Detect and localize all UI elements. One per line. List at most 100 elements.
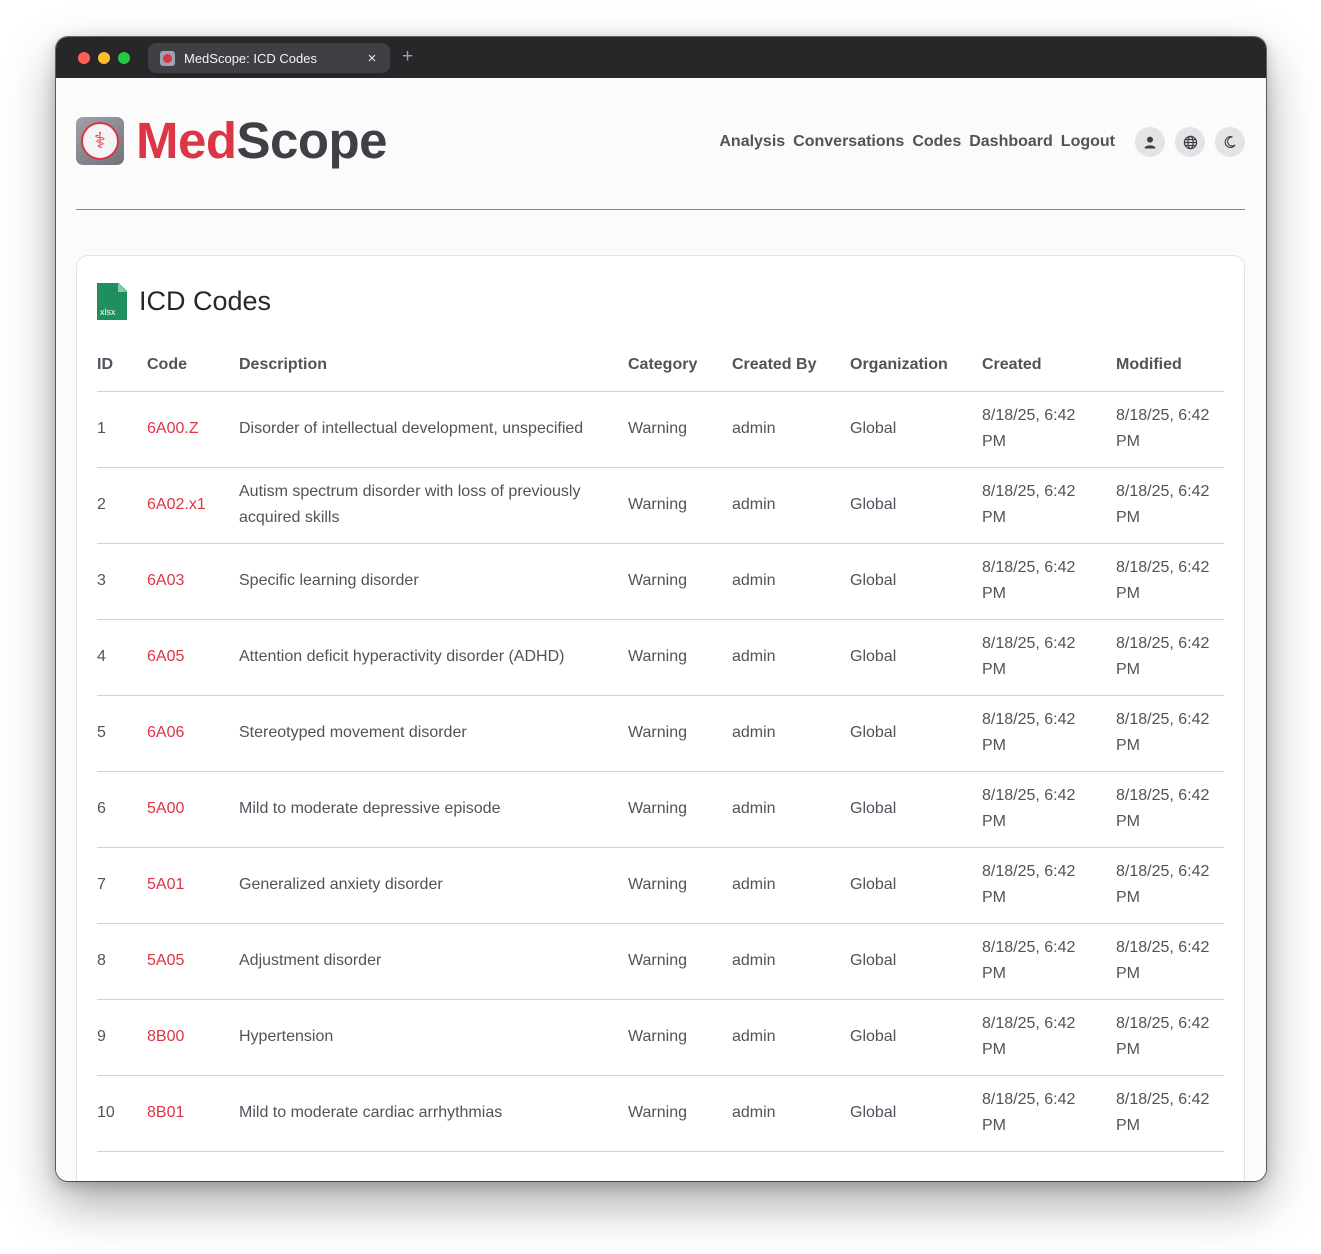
table-row[interactable]: 5 6A06 Stereotyped movement disorder War…	[97, 695, 1224, 772]
cell-category	[628, 1151, 732, 1181]
app-header: ⚕ MedScope Analysis Conversations Codes …	[76, 78, 1245, 210]
cell-modified: 8/18/25, 6:42 PM	[1116, 467, 1224, 544]
cell-created: 8/18/25, 6:42 PM	[982, 923, 1116, 1000]
tab-title: MedScope: ICD Codes	[184, 50, 317, 66]
cell-organization: Global	[850, 391, 982, 468]
minimize-window-button[interactable]	[98, 52, 110, 64]
table-row[interactable]: Chronic lung disease (Asthma, COPD witho…	[97, 1151, 1224, 1181]
cell-organization: Global	[850, 847, 982, 924]
close-window-button[interactable]	[78, 52, 90, 64]
cell-modified: 8/18/25, 6:42 PM	[1116, 1075, 1224, 1152]
new-tab-icon[interactable]: +	[402, 46, 413, 68]
cell-organization: Global	[850, 543, 982, 620]
cell-category: Warning	[628, 847, 732, 924]
table-row[interactable]: 4 6A05 Attention deficit hyperactivity d…	[97, 619, 1224, 696]
cell-id: 1	[97, 391, 147, 468]
cell-id: 4	[97, 619, 147, 696]
cell-created-by	[732, 1151, 850, 1181]
brand[interactable]: ⚕ MedScope	[76, 112, 388, 169]
brand-name-med: Med	[136, 112, 237, 169]
xlsx-file-icon[interactable]: xlsx	[97, 283, 127, 320]
column-header-description: Description	[239, 343, 628, 392]
cell-modified: 8/18/25, 6:42 PM	[1116, 923, 1224, 1000]
cell-code-link[interactable]: 8B00	[147, 999, 239, 1076]
cell-created: 8/18/25, 6:42 PM	[982, 695, 1116, 772]
cell-category: Warning	[628, 771, 732, 848]
cell-category: Warning	[628, 923, 732, 1000]
tab-close-icon[interactable]: ×	[364, 50, 380, 67]
cell-code-link[interactable]: 6A05	[147, 619, 239, 696]
column-header-category: Category	[628, 343, 732, 392]
table-row[interactable]: 7 5A01 Generalized anxiety disorder Warn…	[97, 847, 1224, 924]
browser-tab[interactable]: MedScope: ICD Codes ×	[148, 43, 390, 73]
cell-category: Warning	[628, 391, 732, 468]
cell-description: Chronic lung disease (Asthma, COPD witho…	[239, 1151, 628, 1181]
cell-category: Warning	[628, 467, 732, 544]
cell-description: Hypertension	[239, 999, 628, 1076]
caduceus-logo-icon: ⚕	[76, 116, 124, 165]
cell-organization: Global	[850, 695, 982, 772]
nav-link-logout[interactable]: Logout	[1061, 133, 1115, 151]
cell-code-link[interactable]: 6A03	[147, 543, 239, 620]
column-header-id: ID	[97, 343, 147, 392]
icd-codes-card: xlsx ICD Codes ID Code Description Categ…	[76, 255, 1245, 1181]
user-icon[interactable]	[1135, 127, 1165, 157]
cell-organization: Global	[850, 771, 982, 848]
caduceus-glyph: ⚕	[81, 121, 119, 160]
cell-created: 8/18/25,	[982, 1151, 1116, 1181]
card-header: xlsx ICD Codes	[97, 283, 271, 320]
cell-category: Warning	[628, 695, 732, 772]
cell-created-by: admin	[732, 695, 850, 772]
cell-modified: 8/18/25, 6:42 PM	[1116, 847, 1224, 924]
cell-created-by: admin	[732, 771, 850, 848]
table-row[interactable]: 2 6A02.x1 Autism spectrum disorder with …	[97, 467, 1224, 544]
cell-modified: 8/18/25, 6:42 PM	[1116, 543, 1224, 620]
table-row[interactable]: 10 8B01 Mild to moderate cardiac arrhyth…	[97, 1075, 1224, 1152]
cell-created: 8/18/25, 6:42 PM	[982, 543, 1116, 620]
cell-code-link[interactable]: 6A06	[147, 695, 239, 772]
cell-organization: Global	[850, 999, 982, 1076]
cell-description: Adjustment disorder	[239, 923, 628, 1000]
cell-code-link[interactable]	[147, 1151, 239, 1181]
nav-link-dashboard[interactable]: Dashboard	[969, 133, 1053, 151]
cell-created-by: admin	[732, 467, 850, 544]
cell-code-link[interactable]: 6A00.Z	[147, 391, 239, 468]
table-body: 1 6A00.Z Disorder of intellectual develo…	[97, 391, 1224, 1181]
cell-id: 10	[97, 1075, 147, 1152]
nav-link-codes[interactable]: Codes	[912, 133, 961, 151]
cell-description: Attention deficit hyperactivity disorder…	[239, 619, 628, 696]
table-row[interactable]: 6 5A00 Mild to moderate depressive episo…	[97, 771, 1224, 848]
cell-id	[97, 1151, 147, 1181]
cell-code-link[interactable]: 5A05	[147, 923, 239, 1000]
moon-icon[interactable]	[1215, 127, 1245, 157]
cell-code-link[interactable]: 8B01	[147, 1075, 239, 1152]
column-header-code: Code	[147, 343, 239, 392]
cell-id: 3	[97, 543, 147, 620]
table-row[interactable]: 1 6A00.Z Disorder of intellectual develo…	[97, 391, 1224, 468]
cell-code-link[interactable]: 5A01	[147, 847, 239, 924]
column-header-created: Created	[982, 343, 1116, 392]
cell-id: 6	[97, 771, 147, 848]
cell-code-link[interactable]: 6A02.x1	[147, 467, 239, 544]
cell-id: 2	[97, 467, 147, 544]
nav-link-analysis[interactable]: Analysis	[719, 133, 785, 151]
cell-organization: Global	[850, 619, 982, 696]
nav-link-conversations[interactable]: Conversations	[793, 133, 904, 151]
cell-category: Warning	[628, 1075, 732, 1152]
cell-description: Generalized anxiety disorder	[239, 847, 628, 924]
table-row[interactable]: 8 5A05 Adjustment disorder Warning admin…	[97, 923, 1224, 1000]
page-title: ICD Codes	[139, 286, 272, 316]
cell-created-by: admin	[732, 923, 850, 1000]
table-row[interactable]: 9 8B00 Hypertension Warning admin Global…	[97, 999, 1224, 1076]
cell-modified: 8/18/25, 6:42 PM	[1116, 619, 1224, 696]
icd-codes-table: ID Code Description Category Created By …	[97, 343, 1224, 1181]
cell-code-link[interactable]: 5A00	[147, 771, 239, 848]
globe-icon[interactable]	[1175, 127, 1205, 157]
cell-created: 8/18/25, 6:42 PM	[982, 467, 1116, 544]
cell-created: 8/18/25, 6:42 PM	[982, 1075, 1116, 1152]
cell-organization: Global	[850, 467, 982, 544]
maximize-window-button[interactable]	[118, 52, 130, 64]
table-row[interactable]: 3 6A03 Specific learning disorder Warnin…	[97, 543, 1224, 620]
app-content: ⚕ MedScope Analysis Conversations Codes …	[56, 78, 1266, 1181]
browser-window: MedScope: ICD Codes × + ⚕ MedScope Analy…	[56, 37, 1266, 1181]
